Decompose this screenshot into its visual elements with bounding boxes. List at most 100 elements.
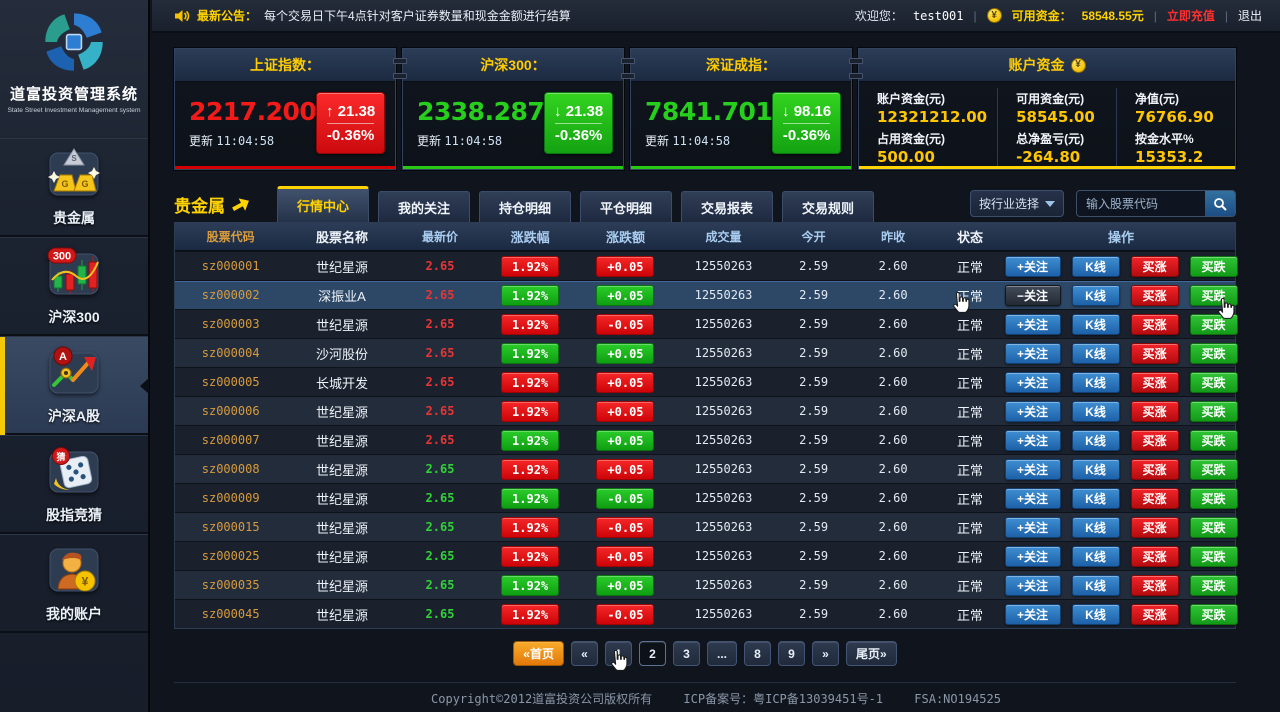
recharge-link[interactable]: 立即充值 — [1167, 7, 1215, 24]
tab-market-center[interactable]: 行情中心 — [277, 186, 369, 222]
watch-button[interactable]: +关注 — [1005, 575, 1061, 596]
buy-down-button[interactable]: 买跌 — [1190, 459, 1238, 480]
table-row[interactable]: sz000001 世纪星源 2.65 1.92% +0.05 12550263 … — [175, 251, 1235, 280]
pagination-page-button[interactable]: 9 — [778, 641, 805, 666]
tab-position-detail[interactable]: 持仓明细 — [479, 191, 571, 222]
search-button[interactable] — [1205, 191, 1235, 216]
sidebar-item-precious-metals[interactable]: S G G 贵金属 — [0, 138, 148, 237]
table-row[interactable]: sz000045 世纪星源 2.65 1.92% -0.05 12550263 … — [175, 599, 1235, 628]
pagination-next-button[interactable]: » — [812, 641, 839, 666]
pagination-first-button[interactable]: «首页 — [513, 641, 564, 666]
watch-button[interactable]: +关注 — [1005, 459, 1061, 480]
table-row[interactable]: sz000015 世纪星源 2.65 1.92% -0.05 12550263 … — [175, 512, 1235, 541]
change-percent-badge: 1.92% — [501, 372, 559, 393]
buy-up-button[interactable]: 买涨 — [1131, 256, 1179, 277]
open-price: 2.59 — [774, 346, 854, 360]
buy-up-button[interactable]: 买涨 — [1131, 430, 1179, 451]
buy-down-button[interactable]: 买跌 — [1190, 343, 1238, 364]
buy-down-button[interactable]: 买跌 — [1190, 285, 1238, 306]
table-row[interactable]: sz000005 长城开发 2.65 1.92% +0.05 12550263 … — [175, 367, 1235, 396]
watch-button[interactable]: +关注 — [1005, 517, 1061, 538]
kline-button[interactable]: K线 — [1072, 517, 1120, 538]
kline-button[interactable]: K线 — [1072, 430, 1120, 451]
industry-select[interactable]: 按行业选择 — [970, 190, 1064, 217]
buy-down-button[interactable]: 买跌 — [1190, 256, 1238, 277]
kline-button[interactable]: K线 — [1072, 256, 1120, 277]
tab-closed-position-detail[interactable]: 平仓明细 — [580, 191, 672, 222]
buy-up-button[interactable]: 买涨 — [1131, 575, 1179, 596]
buy-up-button[interactable]: 买涨 — [1131, 343, 1179, 364]
watch-button[interactable]: +关注 — [1005, 343, 1061, 364]
table-row[interactable]: sz000009 世纪星源 2.65 1.92% -0.05 12550263 … — [175, 483, 1235, 512]
pagination-page-button[interactable]: 1 — [605, 641, 632, 666]
kline-button[interactable]: K线 — [1072, 604, 1120, 625]
buy-down-button[interactable]: 买跌 — [1190, 575, 1238, 596]
watch-button[interactable]: +关注 — [1005, 401, 1061, 422]
watch-button[interactable]: +关注 — [1005, 314, 1061, 335]
pagination-ellipsis[interactable]: ... — [707, 641, 737, 666]
watch-button[interactable]: +关注 — [1005, 604, 1061, 625]
buy-down-button[interactable]: 买跌 — [1190, 314, 1238, 335]
buy-up-button[interactable]: 买涨 — [1131, 459, 1179, 480]
buy-down-button[interactable]: 买跌 — [1190, 430, 1238, 451]
kline-button[interactable]: K线 — [1072, 401, 1120, 422]
tab-trade-rules[interactable]: 交易规则 — [782, 191, 874, 222]
kline-button[interactable]: K线 — [1072, 372, 1120, 393]
stock-code-search-input[interactable] — [1077, 191, 1205, 216]
table-row[interactable]: sz000035 世纪星源 2.65 1.92% +0.05 12550263 … — [175, 570, 1235, 599]
buy-down-button[interactable]: 买跌 — [1190, 401, 1238, 422]
kline-button[interactable]: K线 — [1072, 488, 1120, 509]
buy-up-button[interactable]: 买涨 — [1131, 314, 1179, 335]
buy-down-button[interactable]: 买跌 — [1190, 604, 1238, 625]
kline-button[interactable]: K线 — [1072, 546, 1120, 567]
table-row[interactable]: sz000025 世纪星源 2.65 1.92% +0.05 12550263 … — [175, 541, 1235, 570]
sidebar-item-index-guess[interactable]: 猜 股指竞猜 — [0, 435, 148, 534]
buy-up-button[interactable]: 买涨 — [1131, 372, 1179, 393]
pagination-page-button-current[interactable]: 2 — [639, 641, 666, 666]
pagination-page-button[interactable]: 3 — [673, 641, 700, 666]
logout-link[interactable]: 退出 — [1238, 7, 1262, 24]
table-row[interactable]: sz000004 沙河股份 2.65 1.92% +0.05 12550263 … — [175, 338, 1235, 367]
table-row[interactable]: sz000006 世纪星源 2.65 1.92% +0.05 12550263 … — [175, 396, 1235, 425]
buy-up-button[interactable]: 买涨 — [1131, 488, 1179, 509]
volume: 12550263 — [673, 607, 774, 621]
buy-down-button[interactable]: 买跌 — [1190, 488, 1238, 509]
watch-button[interactable]: +关注 — [1005, 256, 1061, 277]
watch-button[interactable]: +关注 — [1005, 372, 1061, 393]
sidebar-item-a-shares[interactable]: A 沪深A股 — [0, 336, 148, 435]
table-row[interactable]: sz000008 世纪星源 2.65 1.92% +0.05 12550263 … — [175, 454, 1235, 483]
kline-button[interactable]: K线 — [1072, 343, 1120, 364]
buy-up-button[interactable]: 买涨 — [1131, 517, 1179, 538]
pagination-last-button[interactable]: 尾页» — [846, 641, 897, 666]
tab-my-watchlist[interactable]: 我的关注 — [378, 191, 470, 222]
watch-button[interactable]: +关注 — [1005, 546, 1061, 567]
status-label: 正常 — [933, 489, 1007, 508]
change-amount-badge: +0.05 — [596, 459, 654, 480]
buy-down-button[interactable]: 买跌 — [1190, 517, 1238, 538]
index-cards-row: 上证指数： 2217.200 更新 11:04:58 ↑ 21.38 -0.36… — [174, 48, 1236, 170]
buy-up-button[interactable]: 买涨 — [1131, 285, 1179, 306]
pagination-prev-button[interactable]: « — [571, 641, 598, 666]
kline-button[interactable]: K线 — [1072, 575, 1120, 596]
buy-down-button[interactable]: 买跌 — [1190, 372, 1238, 393]
account-field-label: 占用资金(元) — [877, 130, 987, 147]
change-amount-badge: +0.05 — [596, 430, 654, 451]
sidebar-item-hs300[interactable]: 300 沪深300 — [0, 237, 148, 336]
buy-up-button[interactable]: 买涨 — [1131, 401, 1179, 422]
watch-button[interactable]: +关注 — [1005, 430, 1061, 451]
kline-button[interactable]: K线 — [1072, 285, 1120, 306]
pagination-page-button[interactable]: 8 — [744, 641, 771, 666]
table-row[interactable]: sz000002 深振业A 2.65 1.92% +0.05 12550263 … — [175, 280, 1235, 309]
table-row[interactable]: sz000007 世纪星源 2.65 1.92% +0.05 12550263 … — [175, 425, 1235, 454]
kline-button[interactable]: K线 — [1072, 459, 1120, 480]
tab-trade-report[interactable]: 交易报表 — [681, 191, 773, 222]
buy-up-button[interactable]: 买涨 — [1131, 546, 1179, 567]
watch-button[interactable]: −关注 — [1005, 285, 1061, 306]
kline-button[interactable]: K线 — [1072, 314, 1120, 335]
table-row[interactable]: sz000003 世纪星源 2.65 1.92% -0.05 12550263 … — [175, 309, 1235, 338]
separator: | — [1154, 9, 1157, 23]
buy-down-button[interactable]: 买跌 — [1190, 546, 1238, 567]
watch-button[interactable]: +关注 — [1005, 488, 1061, 509]
sidebar-item-my-account[interactable]: ¥ 我的账户 — [0, 534, 148, 633]
buy-up-button[interactable]: 买涨 — [1131, 604, 1179, 625]
